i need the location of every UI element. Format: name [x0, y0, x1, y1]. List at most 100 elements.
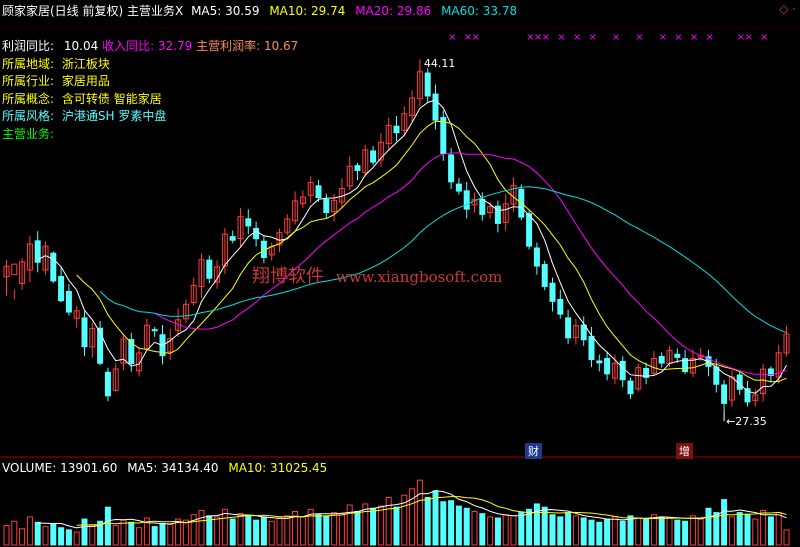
- candle-body: [448, 154, 455, 183]
- candle-body: [440, 117, 447, 154]
- volume-bar: [658, 516, 665, 546]
- volume-bar: [744, 514, 751, 546]
- diamond-icon[interactable]: ◇ ·: [779, 2, 796, 16]
- volume-bar: [721, 499, 728, 546]
- volume-bar: [253, 519, 260, 546]
- watermark-url: www.xiangbosoft.com: [336, 268, 503, 286]
- high-price-label: 44.11: [424, 57, 456, 70]
- volume-bar: [510, 515, 517, 546]
- volume-bar: [557, 516, 564, 546]
- volume-bar: [635, 517, 642, 546]
- event-marker-icon: ×: [557, 32, 565, 43]
- volume-ma10-label: MA10: 31025.45: [228, 461, 328, 475]
- volume-bar: [299, 516, 306, 546]
- volume-bar: [736, 512, 743, 546]
- watermark-cn: 翔博软件: [252, 266, 324, 287]
- candle-body: [11, 263, 18, 276]
- volume-bar: [713, 512, 720, 546]
- volume-bar: [104, 506, 111, 546]
- volume-bar: [604, 518, 611, 546]
- volume-bar: [650, 514, 657, 546]
- volume-ma5-line: [37, 489, 787, 529]
- volume-bar: [471, 511, 478, 546]
- volume-bar: [689, 515, 696, 546]
- volume-header: VOLUME: 13901.60 MA5: 34134.40 MA10: 310…: [2, 461, 333, 475]
- candle-body: [713, 366, 720, 385]
- volume-bar: [3, 525, 10, 546]
- volume-bar: [565, 512, 572, 546]
- candle-body: [463, 190, 470, 210]
- candle-body: [424, 72, 431, 97]
- volume-bar: [494, 517, 501, 546]
- volume-bar: [502, 514, 509, 546]
- ma20-label: MA20: 29.86: [355, 4, 432, 18]
- volume-bar: [151, 526, 158, 546]
- volume-bar: [167, 523, 174, 546]
- candle-body: [370, 150, 377, 163]
- candle-body: [557, 298, 564, 315]
- volume-bar: [81, 518, 88, 546]
- volume-bar: [112, 525, 119, 546]
- volume-bar: [159, 522, 166, 546]
- low-price-label: ←27.35: [726, 415, 767, 428]
- event-marker-icon: ×: [612, 32, 620, 43]
- profit-yoy-label: 利润同比:: [2, 39, 55, 53]
- volume-bar: [58, 527, 65, 546]
- volume-bar: [268, 520, 275, 546]
- candle-body: [354, 165, 361, 171]
- event-marker-icon: ×: [760, 32, 768, 43]
- chart-title-text: 顾家家居(日线 前复权) 主营业务: [2, 4, 175, 18]
- event-marker-icon: ×: [589, 32, 597, 43]
- volume-bar: [284, 515, 291, 546]
- volume-ma5-label: MA5: 34134.40: [127, 461, 219, 475]
- volume-bar: [643, 518, 650, 546]
- volume-bar: [752, 518, 759, 546]
- volume-bar: [323, 515, 330, 546]
- event-marker-icon: ×: [706, 32, 714, 43]
- candle-body: [151, 329, 158, 332]
- ma5-label: MA5: 30.59: [191, 4, 260, 18]
- candle-body: [580, 324, 587, 341]
- candle-body: [533, 247, 540, 267]
- tag-cai[interactable]: 财: [525, 443, 542, 459]
- volume-bar: [682, 520, 689, 546]
- volume-bar: [487, 516, 494, 546]
- candle-body: [393, 125, 400, 134]
- volume-bar: [315, 514, 322, 546]
- volume-bar: [190, 514, 197, 546]
- volume-bar: [11, 520, 18, 546]
- volume-bar: [229, 518, 236, 546]
- candle-body: [315, 185, 322, 199]
- candle-body: [50, 252, 57, 282]
- candle-body: [58, 276, 65, 302]
- candle-body: [206, 259, 213, 279]
- close-indicator-button[interactable]: X: [175, 4, 183, 18]
- volume-bar: [549, 514, 556, 546]
- event-marker-icon: ×: [542, 32, 550, 43]
- candle-body: [596, 360, 603, 364]
- concept-label: 所属概念:: [2, 91, 55, 106]
- business-row: 主营业务:: [2, 126, 298, 144]
- main-margin: 主营利润率: 10.67: [196, 39, 299, 53]
- volume-bar: [89, 523, 96, 546]
- volume-bar: [666, 517, 673, 546]
- volume-bar: [370, 507, 377, 546]
- profit-yoy-value: 10.04: [63, 39, 99, 53]
- volume-bar: [182, 519, 189, 546]
- volume-bar: [19, 528, 26, 546]
- chart-header: 顾家家居(日线 前复权) 主营业务X MA5: 30.59 MA10: 29.7…: [2, 2, 523, 19]
- candle-body: [65, 290, 72, 313]
- volume-bar: [760, 509, 767, 546]
- concept-row: 所属概念: 含可转债 智能家居: [2, 91, 298, 109]
- stock-info-panel: 利润同比: 10.04 收入同比: 32.79 主营利润率: 10.67 所属地…: [2, 38, 298, 143]
- volume-bar: [377, 505, 384, 546]
- volume-bar: [728, 516, 735, 546]
- revenue-yoy: 收入同比: 32.79: [102, 39, 193, 53]
- tag-zeng[interactable]: 增: [676, 443, 693, 459]
- candle-body: [658, 356, 665, 364]
- event-marker-icon: ×: [573, 32, 581, 43]
- candle-body: [229, 236, 236, 241]
- volume-bar: [34, 521, 41, 546]
- volume-bar: [463, 507, 470, 546]
- candle-body: [479, 198, 486, 215]
